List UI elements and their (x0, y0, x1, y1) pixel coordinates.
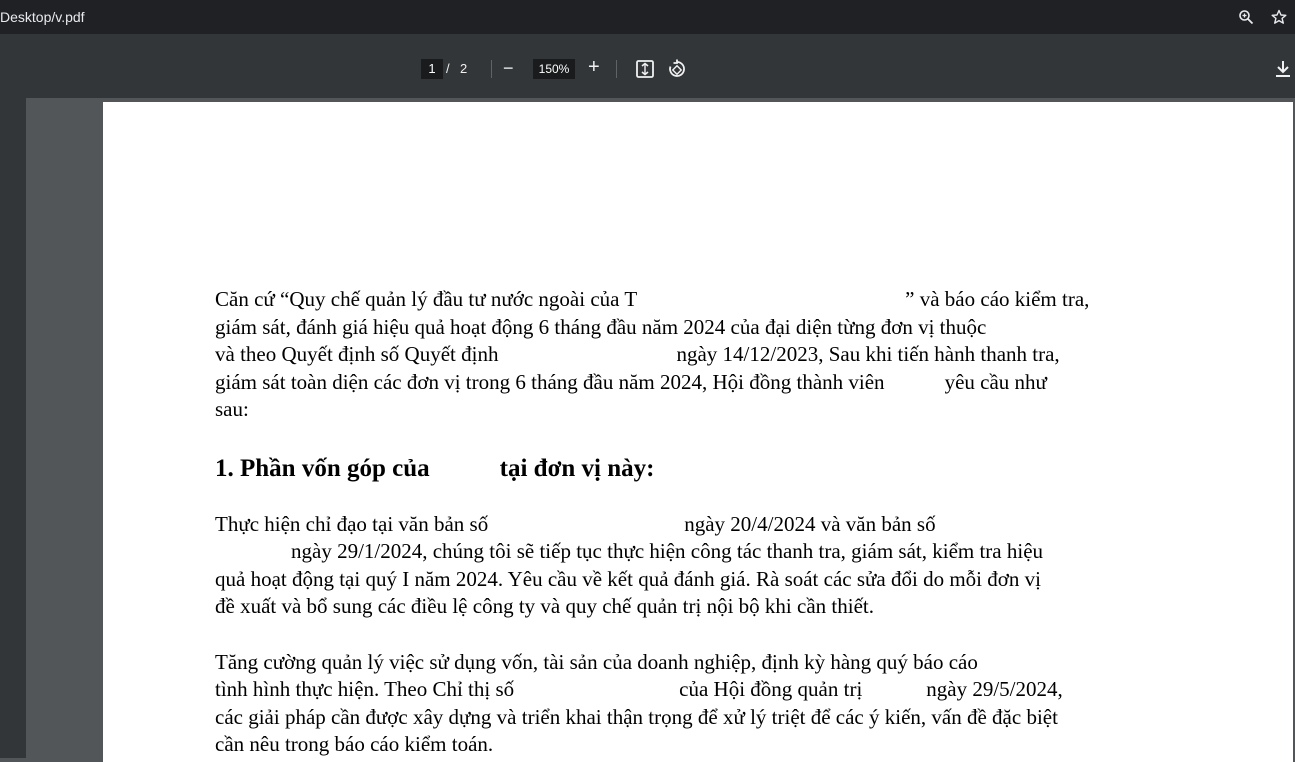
title-bar: Desktop/v.pdf (0, 0, 1295, 34)
text-line: giám sát toàn diện các đơn vị trong 6 th… (215, 369, 885, 394)
heading-text: tại đơn vị này: (499, 454, 655, 482)
text-line: cần nêu trong báo cáo kiểm toán. (215, 732, 494, 756)
download-icon[interactable] (1272, 58, 1294, 80)
zoom-out-button[interactable]: − (503, 58, 514, 79)
zoom-level-input[interactable]: 150% (533, 59, 575, 79)
text-line: yêu cầu như (944, 369, 1047, 394)
rotate-icon[interactable] (666, 58, 688, 80)
text-line: tình hình thực hiện. Theo Chỉ thị số (215, 677, 515, 701)
text-line: ngày 29/5/2024, (926, 677, 1063, 701)
text-line: Căn cứ “Quy chế quản lý đầu tư nước ngoà… (215, 287, 638, 311)
text-line: và theo Quyết định số Quyết định (215, 342, 499, 366)
text-line: ” và báo cáo kiểm tra, (905, 287, 1090, 311)
section-heading: 1. Phần vốn góp của tại đơn vị này: (215, 454, 1175, 484)
pdf-page: Căn cứ “Quy chế quản lý đầu tư nước ngoà… (103, 102, 1293, 762)
text-line: Thực hiện chỉ đạo tại văn bản số (215, 511, 489, 536)
text-line: Tăng cường quản lý việc sử dụng vốn, tài… (215, 649, 978, 674)
text-line: của Hội đồng quản trị (679, 677, 863, 701)
zoom-icon[interactable] (1235, 6, 1257, 28)
toolbar-divider (616, 60, 617, 78)
page-separator: / (446, 61, 450, 76)
text-line: quả hoạt động tại quý I năm 2024. Yêu cầ… (215, 566, 1041, 591)
text-line: các giải pháp cần được xây dựng và triển… (215, 704, 1058, 729)
paragraph-1: Căn cứ “Quy chế quản lý đầu tư nước ngoà… (215, 286, 1175, 424)
viewer-background (26, 98, 103, 758)
fit-page-icon[interactable] (634, 58, 656, 80)
paragraph-3: Tăng cường quản lý việc sử dụng vốn, tài… (215, 649, 1175, 759)
page-number-input[interactable]: 1 (421, 59, 443, 79)
window-title: Desktop/v.pdf (0, 9, 85, 25)
text-line: ngày 14/12/2023, Sau khi tiến hành thanh… (676, 342, 1060, 366)
heading-text: 1. Phần vốn góp của (215, 454, 430, 482)
text-line: sau: (215, 397, 249, 421)
zoom-in-button[interactable]: + (588, 56, 600, 79)
text-line: ngày 20/4/2024 và văn bản số (684, 511, 936, 536)
star-icon[interactable] (1268, 6, 1290, 28)
total-pages: 2 (460, 61, 468, 76)
text-line: đề xuất và bổ sung các điều lệ công ty v… (215, 594, 874, 618)
document-body: Căn cứ “Quy chế quản lý đầu tư nước ngoà… (215, 286, 1175, 759)
thumbnail-sidebar (0, 98, 26, 758)
paragraph-2: Thực hiện chỉ đạo tại văn bản số ngày 20/… (215, 511, 1175, 621)
toolbar-divider (491, 60, 492, 78)
text-line: ngày 29/1/2024, chúng tôi sẽ tiếp tục th… (291, 539, 1044, 563)
text-line: giám sát, đánh giá hiệu quả hoạt động 6 … (215, 314, 987, 339)
